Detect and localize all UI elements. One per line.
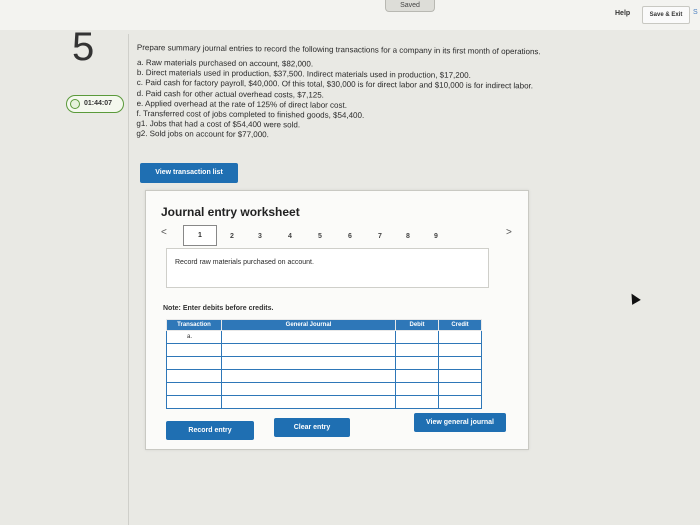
clock-icon [70,99,80,109]
table-row [166,382,482,396]
mouse-cursor-icon [627,291,641,305]
account-input[interactable] [221,382,396,396]
transaction-cell: a. [166,330,222,344]
question-number: 5 [72,25,95,69]
table-row [166,395,482,409]
transaction-cell [166,369,222,383]
view-general-journal-button[interactable]: View general journal [414,413,506,432]
page-tab-2[interactable]: 2 [230,233,234,240]
record-entry-button[interactable]: Record entry [166,421,254,440]
account-input[interactable] [221,330,396,344]
transaction-list: a. Raw materials purchased on account, $… [136,58,533,143]
credit-input[interactable] [438,395,482,409]
question-prompt: Prepare summary journal entries to recor… [136,43,541,57]
account-input[interactable] [221,395,396,409]
prev-page-button[interactable]: < [161,227,167,238]
page-tab-8[interactable]: 8 [406,233,410,240]
help-link[interactable]: Help [615,10,630,17]
col-header-debit: Debit [395,319,439,331]
page-tab-6[interactable]: 6 [348,233,352,240]
col-header-general-journal: General Journal [221,319,396,331]
transaction-item: g2. Sold jobs on account for $77,000. [136,129,269,140]
col-header-credit: Credit [438,319,482,331]
view-transaction-list-button[interactable]: View transaction list [140,163,238,183]
cropped-edge-label: S [693,9,698,16]
credit-input[interactable] [438,343,482,357]
timer-text: 01:44:07 [84,100,113,107]
debit-input[interactable] [395,343,439,357]
credit-input[interactable] [438,356,482,370]
transaction-cell [166,395,222,409]
account-input[interactable] [221,356,396,370]
worksheet-title: Journal entry worksheet [161,205,300,219]
clear-entry-button[interactable]: Clear entry [274,418,350,437]
page-tab-3[interactable]: 3 [258,233,262,240]
timer-badge: 01:44:07 [66,95,124,113]
top-bar [0,0,700,30]
page-tab-1[interactable]: 1 [183,225,217,246]
entry-description: Record raw materials purchased on accoun… [175,259,314,266]
transaction-cell [166,382,222,396]
debit-input[interactable] [395,369,439,383]
journal-worksheet: Journal entry worksheet < 1 2 3 4 5 6 7 … [145,190,529,450]
credit-input[interactable] [438,382,482,396]
page-tab-9[interactable]: 9 [434,233,438,240]
entry-note: Note: Enter debits before credits. [163,305,274,312]
entry-description-box: Record raw materials purchased on accoun… [166,248,489,288]
account-input[interactable] [221,343,396,357]
debit-input[interactable] [395,330,439,344]
table-header-row: Transaction General Journal Debit Credit [166,319,482,331]
col-header-transaction: Transaction [166,319,222,331]
debit-input[interactable] [395,382,439,396]
transaction-cell [166,356,222,370]
saved-status: Saved [385,0,435,12]
page-tab-5[interactable]: 5 [318,233,322,240]
debit-input[interactable] [395,395,439,409]
table-row [166,369,482,383]
table-row [166,343,482,357]
credit-input[interactable] [438,330,482,344]
journal-table: Transaction General Journal Debit Credit… [166,319,482,409]
table-row [166,356,482,370]
page-tab-7[interactable]: 7 [378,233,382,240]
column-divider [128,34,129,525]
page-tab-4[interactable]: 4 [288,233,292,240]
transaction-cell [166,343,222,357]
debit-input[interactable] [395,356,439,370]
credit-input[interactable] [438,369,482,383]
save-exit-button[interactable]: Save & Exit [642,6,690,24]
table-row: a. [166,330,482,344]
next-page-button[interactable]: > [506,227,512,238]
account-input[interactable] [221,369,396,383]
